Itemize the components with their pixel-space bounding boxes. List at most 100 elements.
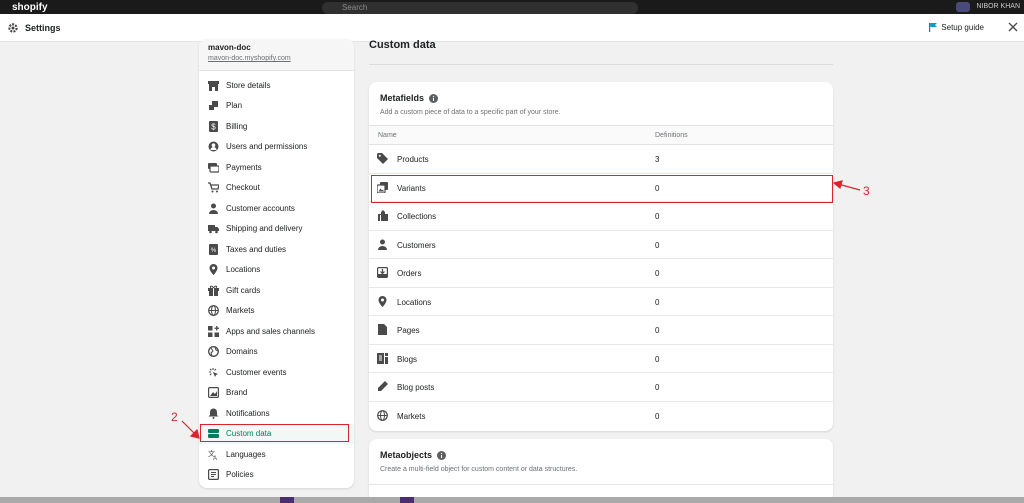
sidebar-item-users[interactable]: Users and permissions	[199, 137, 354, 158]
arrow-step2	[181, 420, 200, 439]
row-count: 3	[655, 155, 660, 164]
bottom-bar-segment	[280, 497, 294, 503]
events-icon	[209, 367, 218, 377]
setup-guide-button[interactable]: Setup guide	[929, 23, 984, 32]
sidebar-item-markets[interactable]: Markets	[199, 301, 354, 322]
sidebar-item-customer-events[interactable]: Customer events	[199, 362, 354, 383]
page-title: Settings	[25, 23, 61, 33]
sidebar-item-label: Store details	[226, 80, 271, 90]
location-icon	[378, 295, 387, 307]
cart-icon	[208, 182, 219, 193]
bottom-bar	[0, 497, 1024, 503]
row-name: Customers	[397, 240, 436, 250]
metaobjects-subtitle: Create a multi-field object for custom c…	[380, 466, 578, 473]
sidebar-item-taxes[interactable]: % Taxes and duties	[199, 239, 354, 260]
metafields-title-text: Metafields	[380, 93, 425, 103]
sidebar-item-billing[interactable]: $ Billing	[199, 116, 354, 137]
table-row-blog-posts[interactable]: Blog posts 0	[369, 373, 833, 402]
gift-icon	[208, 285, 219, 296]
shopify-topbar: shopify Search NIBOR KHAN	[0, 0, 1024, 14]
close-icon[interactable]	[1006, 20, 1020, 34]
brand-icon	[208, 387, 219, 399]
sidebar-item-policies[interactable]: Policies	[199, 465, 354, 486]
sidebar-item-label: Checkout	[226, 183, 260, 193]
billing-icon: $	[209, 120, 218, 132]
sidebar-item-languages[interactable]: 文A Languages	[199, 444, 354, 465]
table-row-pages[interactable]: Pages 0	[369, 316, 833, 345]
page-icon	[378, 324, 387, 335]
metafields-title: Metafields	[380, 93, 822, 103]
search-input[interactable]: Search	[322, 2, 638, 14]
user-name[interactable]: NIBOR KHAN	[976, 3, 1020, 10]
row-count: 0	[655, 326, 660, 335]
row-count: 0	[655, 411, 660, 421]
sidebar-item-custom-data[interactable]: Custom data	[199, 423, 354, 444]
avatar[interactable]	[956, 2, 970, 12]
bottom-bar-segment	[400, 497, 414, 503]
row-name: Products	[397, 155, 429, 164]
tax-icon: %	[209, 243, 218, 255]
info-icon[interactable]	[437, 450, 447, 460]
sidebar-item-checkout[interactable]: Checkout	[199, 178, 354, 199]
table-row-locations[interactable]: Locations 0	[369, 288, 833, 316]
sidebar-item-domains[interactable]: Domains	[199, 342, 354, 363]
row-name: Blog posts	[397, 383, 435, 392]
table-row-variants[interactable]: Variants 0	[369, 174, 833, 202]
table-row-collections[interactable]: Collections 0	[369, 202, 833, 231]
sidebar-item-apps[interactable]: Apps and sales channels	[199, 321, 354, 342]
row-count: 0	[655, 383, 660, 392]
table-row-markets[interactable]: Markets 0	[369, 402, 833, 431]
settings-header: Settings Setup guide	[0, 14, 1024, 42]
apps-icon	[208, 325, 219, 337]
plan-icon	[209, 101, 218, 111]
shopify-logo[interactable]: shopify	[12, 2, 48, 13]
sidebar-item-label: Shipping and delivery	[226, 224, 303, 234]
user-circle-icon	[208, 141, 219, 152]
sidebar-item-locations[interactable]: Locations	[199, 260, 354, 281]
arrow-step3	[832, 180, 861, 191]
policies-icon	[208, 469, 219, 481]
table-row-products[interactable]: Products 3	[369, 145, 833, 174]
sidebar-item-label: Domains	[226, 347, 258, 357]
languages-icon: 文A	[208, 449, 217, 460]
person-icon	[378, 239, 387, 250]
sidebar-item-store-details[interactable]: Store details	[199, 75, 354, 96]
row-name: Orders	[397, 269, 422, 278]
sidebar-item-shipping[interactable]: Shipping and delivery	[199, 219, 354, 240]
column-header-definitions: Definitions	[655, 132, 688, 139]
sidebar-item-label: Taxes and duties	[226, 244, 287, 254]
store-url[interactable]: mavon-doc.myshopify.com	[208, 55, 345, 62]
row-count: 0	[655, 240, 660, 250]
info-icon[interactable]	[429, 93, 439, 103]
metafields-table: Products 3 Variants 0 Collections 0 Cust…	[369, 145, 833, 430]
sidebar-item-plan[interactable]: Plan	[199, 96, 354, 117]
truck-icon	[208, 225, 219, 234]
divider	[369, 484, 833, 485]
sidebar-item-customer-accounts[interactable]: Customer accounts	[199, 198, 354, 219]
table-row-orders[interactable]: Orders 0	[369, 259, 833, 288]
row-count: 0	[655, 183, 660, 193]
table-row-blogs[interactable]: Blogs 0	[369, 345, 833, 373]
table-row-customers[interactable]: Customers 0	[369, 231, 833, 259]
orders-icon	[377, 267, 388, 278]
sidebar-item-payments[interactable]: Payments	[199, 157, 354, 178]
sidebar-item-label: Customer events	[226, 367, 287, 377]
row-name: Collections	[397, 212, 437, 221]
metafields-subtitle: Add a custom piece of data to a specific…	[380, 109, 561, 116]
store-info: mavon-doc mavon-doc.myshopify.com	[199, 39, 354, 71]
sidebar-item-label: Users and permissions	[226, 142, 308, 152]
sidebar-item-label: Billing	[226, 121, 248, 131]
sidebar-item-notifications[interactable]: Notifications	[199, 403, 354, 424]
annotation-step-3: 3	[863, 184, 870, 198]
column-header-name: Name	[378, 132, 397, 139]
setup-guide-label: Setup guide	[941, 23, 984, 32]
sidebar-item-label: Customer accounts	[226, 203, 295, 213]
row-count: 0	[655, 297, 660, 307]
sidebar-item-brand[interactable]: Brand	[199, 383, 354, 404]
settings-sidebar: mavon-doc mavon-doc.myshopify.com Store …	[199, 39, 354, 488]
pen-icon	[378, 381, 388, 391]
row-count: 0	[655, 269, 660, 278]
variants-icon	[377, 181, 388, 193]
sidebar-item-gift-cards[interactable]: Gift cards	[199, 280, 354, 301]
row-count: 0	[655, 212, 660, 221]
